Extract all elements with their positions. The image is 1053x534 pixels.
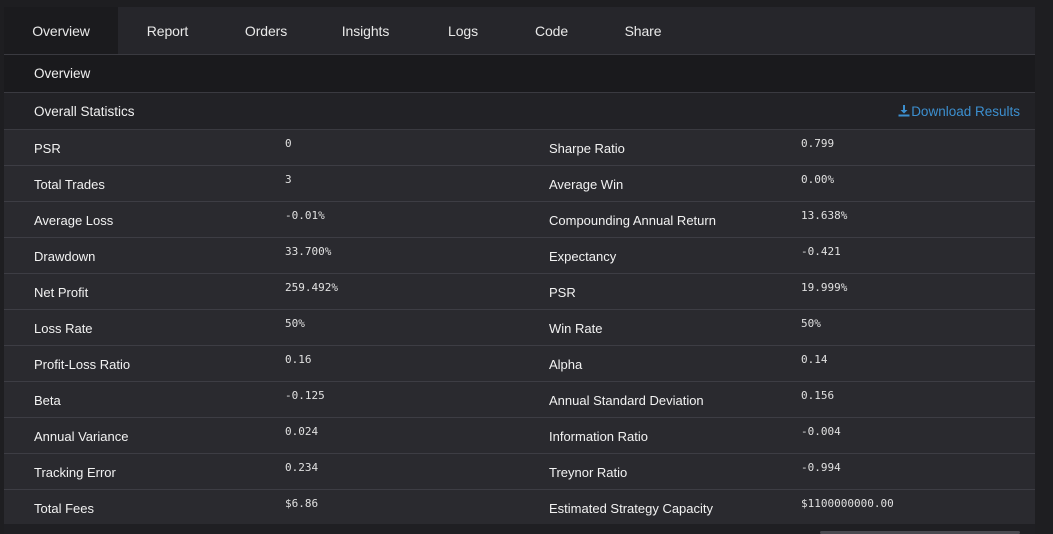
stat-label: Treynor Ratio bbox=[549, 465, 628, 480]
stat-label: Average Loss bbox=[34, 213, 114, 228]
stat-label: PSR bbox=[549, 285, 576, 300]
stat-label: Net Profit bbox=[34, 285, 89, 300]
stat-label: Expectancy bbox=[549, 249, 617, 264]
stat-label: Alpha bbox=[549, 357, 583, 372]
stats-header: Overall Statistics Download Results bbox=[4, 93, 1035, 130]
stat-label: Compounding Annual Return bbox=[549, 213, 716, 228]
stat-value: 13.638% bbox=[801, 209, 848, 222]
stat-label: Annual Standard Deviation bbox=[549, 393, 704, 408]
download-results-link[interactable]: Download Results bbox=[898, 93, 1020, 130]
stats-row: Net Profit 259.492% PSR 19.999% bbox=[4, 274, 1035, 310]
stat-value: -0.125 bbox=[285, 389, 325, 402]
stat-value: 0.14 bbox=[801, 353, 828, 366]
stat-label: Estimated Strategy Capacity bbox=[549, 501, 714, 516]
stat-label: Profit-Loss Ratio bbox=[34, 357, 131, 372]
stats-title: Overall Statistics bbox=[34, 104, 135, 119]
tab-logs[interactable]: Logs bbox=[416, 7, 510, 54]
tab-insights[interactable]: Insights bbox=[315, 7, 416, 54]
stat-value: 0.00% bbox=[801, 173, 835, 186]
stat-value: -0.004 bbox=[801, 425, 841, 438]
stat-value: 0.16 bbox=[285, 353, 312, 366]
tab-orders[interactable]: Orders bbox=[217, 7, 315, 54]
stat-label: Total Fees bbox=[34, 501, 94, 516]
stat-label: Beta bbox=[34, 393, 61, 408]
stat-value: -0.421 bbox=[801, 245, 841, 258]
stat-value: 33.700% bbox=[285, 245, 332, 258]
download-icon bbox=[898, 105, 910, 117]
stat-value: -0.994 bbox=[801, 461, 841, 474]
stats-row: Profit-Loss Ratio 0.16 Alpha 0.14 bbox=[4, 346, 1035, 382]
stats-row: Tracking Error 0.234 Treynor Ratio -0.99… bbox=[4, 454, 1035, 490]
stat-value: $6.86 bbox=[285, 497, 319, 510]
stat-label: Annual Variance bbox=[34, 429, 129, 444]
stats-row: Total Fees $6.86 Estimated Strategy Capa… bbox=[4, 490, 1035, 527]
stat-label: Sharpe Ratio bbox=[549, 141, 625, 156]
stats-row: Average Loss -0.01% Compounding Annual R… bbox=[4, 202, 1035, 238]
stats-row: Drawdown 33.700% Expectancy -0.421 bbox=[4, 238, 1035, 274]
stat-label: Information Ratio bbox=[549, 429, 648, 444]
download-label: Download Results bbox=[911, 104, 1020, 119]
stat-label: Loss Rate bbox=[34, 321, 93, 336]
stat-value: 0.024 bbox=[285, 425, 319, 438]
stat-value: 0.799 bbox=[801, 137, 835, 150]
stat-value: 50% bbox=[285, 317, 305, 330]
stat-label: Drawdown bbox=[34, 249, 96, 264]
stat-value: 19.999% bbox=[801, 281, 848, 294]
stat-label: Total Trades bbox=[34, 177, 105, 192]
stat-label: Win Rate bbox=[549, 321, 603, 336]
stat-label: Average Win bbox=[549, 177, 624, 192]
stats-table: PSR 0 Sharpe Ratio 0.799 Total Trades 3 … bbox=[4, 130, 1035, 527]
stat-value: 259.492% bbox=[285, 281, 338, 294]
stats-row: Beta -0.125 Annual Standard Deviation 0.… bbox=[4, 382, 1035, 418]
stat-value: 3 bbox=[285, 173, 292, 186]
stat-value: 50% bbox=[801, 317, 821, 330]
results-panel: Overview Report Orders Insights Logs Cod… bbox=[4, 7, 1035, 534]
stats-row: PSR 0 Sharpe Ratio 0.799 bbox=[4, 130, 1035, 166]
stat-value: 0 bbox=[285, 137, 292, 150]
tab-bar: Overview Report Orders Insights Logs Cod… bbox=[4, 7, 1035, 55]
stat-label: PSR bbox=[34, 141, 61, 156]
stat-value: $1100000000.00 bbox=[801, 497, 894, 510]
tab-share[interactable]: Share bbox=[593, 7, 693, 54]
stat-label: Tracking Error bbox=[34, 465, 116, 480]
tab-code[interactable]: Code bbox=[510, 7, 593, 54]
stats-row: Total Trades 3 Average Win 0.00% bbox=[4, 166, 1035, 202]
stats-row: Loss Rate 50% Win Rate 50% bbox=[4, 310, 1035, 346]
tab-report[interactable]: Report bbox=[118, 7, 217, 54]
stats-row: Annual Variance 0.024 Information Ratio … bbox=[4, 418, 1035, 454]
tab-overview[interactable]: Overview bbox=[4, 7, 118, 54]
stat-value: -0.01% bbox=[285, 209, 325, 222]
section-title: Overview bbox=[4, 55, 1035, 93]
stat-value: 0.156 bbox=[801, 389, 835, 402]
stat-value: 0.234 bbox=[285, 461, 319, 474]
